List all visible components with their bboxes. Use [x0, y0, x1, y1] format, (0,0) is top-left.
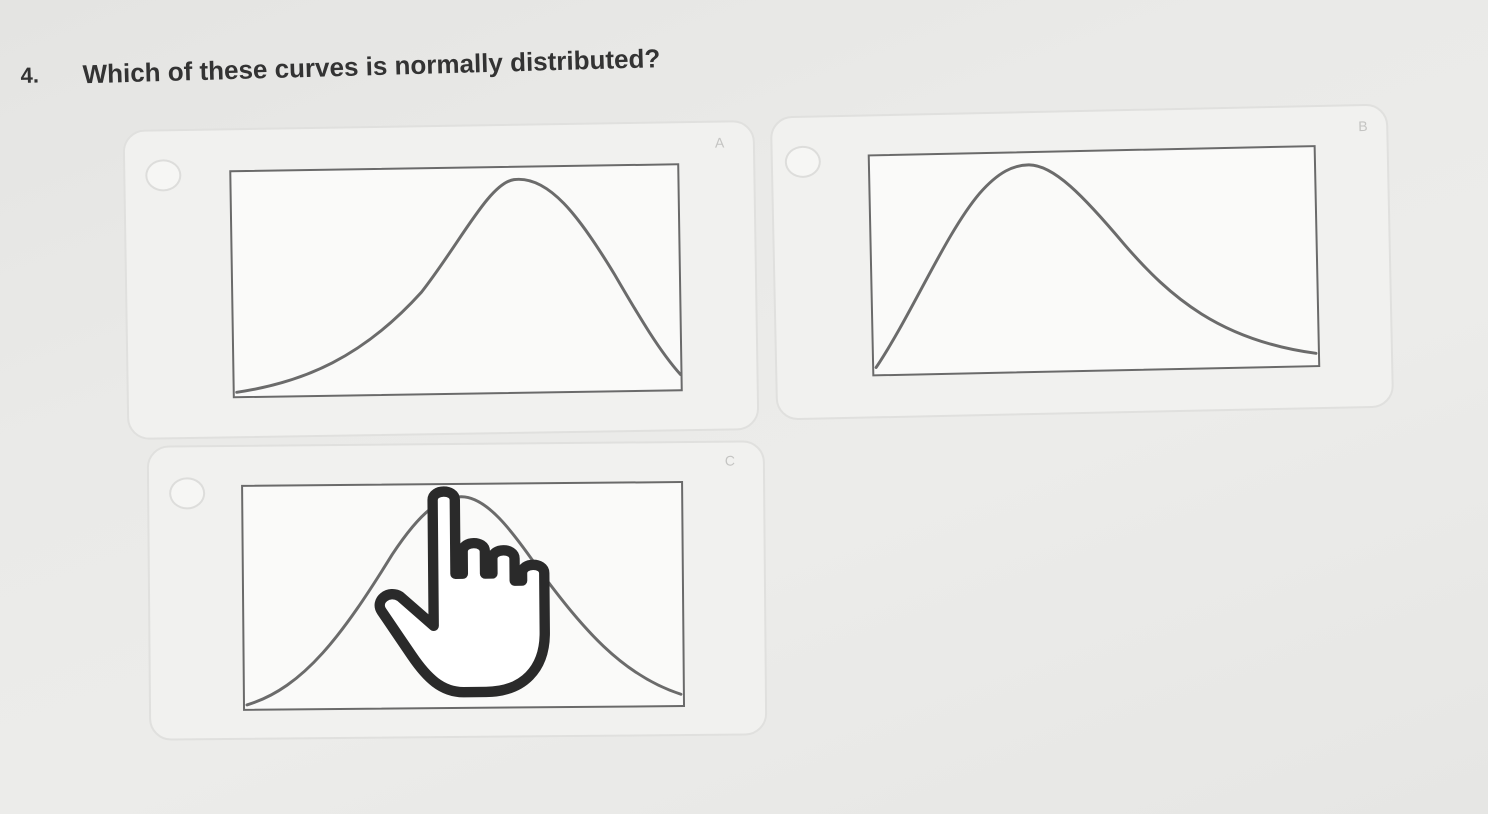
option-a-curve-svg [235, 177, 683, 394]
option-b-curve [874, 163, 1318, 369]
option-b-radio[interactable] [784, 145, 822, 179]
question-number: 4. [20, 62, 40, 88]
option-c-letter: C [724, 452, 736, 469]
option-c-graph [241, 481, 686, 711]
option-b-graph [867, 145, 1321, 377]
question-header: 4. Which of these curves is normally dis… [20, 34, 781, 95]
question-text: Which of these curves is normally distri… [82, 43, 661, 90]
option-a-curve [235, 177, 683, 394]
option-card-c[interactable]: C [146, 440, 768, 741]
option-a-letter: A [714, 134, 725, 151]
option-card-a[interactable]: A [122, 120, 760, 440]
option-c-radio[interactable] [169, 477, 206, 510]
option-a-radio[interactable] [145, 159, 182, 192]
option-b-letter: B [1358, 117, 1368, 135]
option-a-graph [229, 163, 683, 399]
option-c-curve-svg [245, 495, 683, 707]
option-card-b[interactable]: B [769, 103, 1395, 421]
option-b-curve-svg [874, 163, 1318, 369]
option-c-curve [245, 495, 683, 707]
